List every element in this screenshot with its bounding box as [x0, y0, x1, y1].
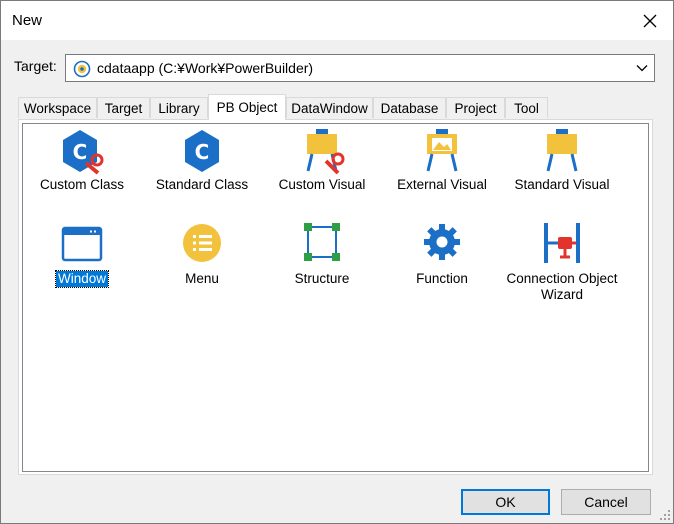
- ok-label: OK: [495, 494, 516, 510]
- object-list[interactable]: C Custom Class C Standard Class Custom V…: [22, 123, 649, 472]
- cancel-label: Cancel: [584, 494, 628, 510]
- tab-label: Workspace: [23, 100, 92, 116]
- close-icon: [643, 14, 657, 27]
- tab-label: Project: [454, 100, 497, 116]
- svg-text:C: C: [195, 140, 210, 164]
- item-label: Standard Class: [155, 177, 249, 192]
- resize-grip-icon[interactable]: [659, 509, 671, 521]
- target-icon: [73, 60, 91, 78]
- tab-label: PB Object: [216, 100, 278, 115]
- chevron-down-icon: [636, 65, 648, 72]
- item-function[interactable]: Function: [383, 221, 501, 287]
- tab-pb-object[interactable]: PB Object: [208, 94, 286, 120]
- tab-tool[interactable]: Tool: [505, 97, 548, 118]
- item-label: Window: [54, 270, 110, 288]
- item-label: Function: [416, 271, 468, 286]
- item-label: Custom Visual: [278, 177, 366, 192]
- cancel-button[interactable]: Cancel: [561, 489, 651, 515]
- item-standard-class[interactable]: C Standard Class: [143, 127, 261, 193]
- structure-icon: [304, 223, 340, 261]
- menu-icon: [183, 224, 221, 262]
- title-bar: New: [1, 1, 673, 40]
- item-custom-visual[interactable]: Custom Visual: [263, 127, 381, 193]
- item-menu[interactable]: Menu: [143, 221, 261, 287]
- tab-project[interactable]: Project: [446, 97, 505, 118]
- target-select[interactable]: cdataapp (C:¥Work¥PowerBuilder): [65, 54, 655, 82]
- tab-library[interactable]: Library: [150, 97, 208, 118]
- tab-label: Target: [104, 100, 143, 116]
- item-label: Menu: [185, 271, 219, 286]
- tab-label: Tool: [514, 100, 539, 116]
- item-label: External Visual: [397, 177, 487, 192]
- tab-target[interactable]: Target: [97, 97, 150, 118]
- item-connection-object-wizard[interactable]: Connection Object Wizard: [503, 221, 621, 303]
- custom-visual-icon: [306, 129, 345, 175]
- standard-class-icon: C: [185, 130, 219, 172]
- item-label: Standard Visual: [514, 177, 610, 192]
- standard-visual-icon: [546, 129, 578, 172]
- dialog-title: New: [12, 12, 43, 29]
- external-visual-icon: [426, 129, 458, 172]
- tab-label: DataWindow: [291, 100, 368, 116]
- item-external-visual[interactable]: External Visual: [383, 127, 501, 193]
- tab-datawindow[interactable]: DataWindow: [286, 97, 373, 118]
- target-value: cdataapp (C:¥Work¥PowerBuilder): [97, 60, 314, 76]
- connection-wizard-icon: [544, 223, 580, 263]
- ok-button[interactable]: OK: [461, 489, 550, 515]
- item-label: Custom Class: [39, 177, 125, 192]
- item-label: Structure: [294, 271, 350, 286]
- tab-panel: C Custom Class C Standard Class Custom V…: [18, 119, 653, 475]
- item-custom-class[interactable]: C Custom Class: [23, 127, 141, 193]
- close-button[interactable]: [627, 1, 673, 40]
- tab-database[interactable]: Database: [373, 97, 446, 118]
- item-standard-visual[interactable]: Standard Visual: [503, 127, 621, 193]
- svg-text:C: C: [73, 140, 88, 164]
- function-icon: [424, 224, 460, 260]
- target-label: Target:: [14, 58, 57, 74]
- item-label: Connection Object Wizard: [506, 271, 618, 302]
- item-window[interactable]: Window: [23, 221, 141, 288]
- new-dialog: New Target: cdataapp (C:¥Work¥PowerBuild…: [0, 0, 674, 524]
- item-structure[interactable]: Structure: [263, 221, 381, 287]
- window-icon: [61, 226, 103, 262]
- tab-workspace[interactable]: Workspace: [18, 97, 97, 118]
- tab-label: Library: [158, 100, 200, 116]
- custom-class-icon: C: [63, 130, 104, 175]
- tab-label: Database: [380, 100, 439, 116]
